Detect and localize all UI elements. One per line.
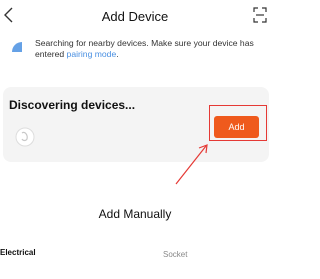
device-type-socket[interactable]: Socket <box>163 250 187 259</box>
radar-icon <box>12 42 22 52</box>
device-placeholder-icon <box>15 127 35 147</box>
discovering-title: Discovering devices... <box>9 98 136 112</box>
notice-suffix: . <box>116 49 119 59</box>
add-manually-title: Add Manually <box>98 207 172 221</box>
category-electrical[interactable]: Electrical <box>0 248 36 257</box>
add-button[interactable]: Add <box>214 116 259 138</box>
discovery-card: Discovering devices... Add <box>3 87 269 162</box>
scan-icon[interactable] <box>253 7 267 23</box>
header-bar: Add Device <box>0 0 270 34</box>
search-notice: Searching for nearby devices. Make sure … <box>10 38 268 72</box>
annotation-arrow <box>175 144 208 185</box>
notice-text: Searching for nearby devices. Make sure … <box>35 38 271 60</box>
pairing-mode-link[interactable]: pairing mode <box>67 49 117 59</box>
page-title: Add Device <box>101 9 169 24</box>
